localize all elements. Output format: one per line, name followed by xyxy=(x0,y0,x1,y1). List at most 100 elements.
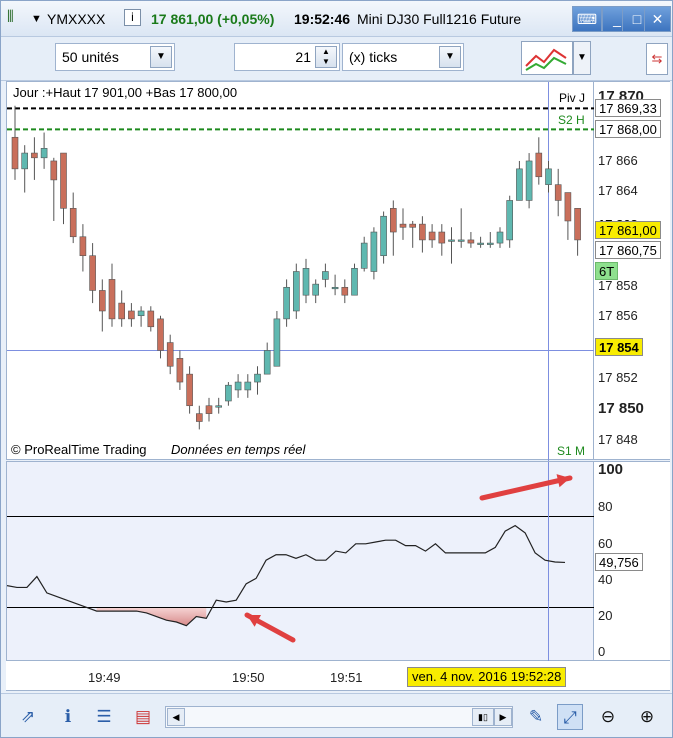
candle-icon[interactable]: ⫴ xyxy=(7,9,14,27)
add-chart-icon[interactable]: ⇗ xyxy=(15,704,41,730)
arrow-shaft xyxy=(479,475,573,501)
candle-body xyxy=(147,310,155,328)
candle-body xyxy=(564,192,572,222)
candle-body xyxy=(79,236,87,257)
candle-body xyxy=(234,381,242,391)
candle-body xyxy=(409,223,417,228)
stepper-arrows-icon[interactable]: ▲ ▼ xyxy=(315,46,337,68)
scroll-left-icon[interactable]: ◀ xyxy=(167,708,185,726)
zoom-out-icon[interactable]: ⊖ xyxy=(595,704,621,730)
oversold-arrow xyxy=(244,612,296,643)
candle-body xyxy=(545,168,552,185)
chart-style-icon xyxy=(525,48,567,71)
s2-line-label: S2 H xyxy=(558,113,585,127)
last-price-tag: 17 861,00 xyxy=(595,221,661,239)
chart-type-button[interactable] xyxy=(521,41,573,75)
candle-body xyxy=(574,208,581,241)
scroll-thumb[interactable]: ▮▯ xyxy=(472,708,494,726)
scroll-right-icon[interactable]: ▶ xyxy=(494,708,512,726)
candle-body xyxy=(50,160,58,181)
bottom-toolbar: ⇗ ℹ ☰ ▤ ◀ ▮▯ ▶ ✎ ⤢ ⊖ ⊕ xyxy=(1,693,672,737)
info-icon[interactable]: i xyxy=(124,9,141,26)
time-axis[interactable]: 19:49 19:50 19:51 ven. 4 nov. 2016 19:52… xyxy=(6,661,670,691)
candle-body xyxy=(196,413,203,422)
time-label: 19:49 xyxy=(88,670,121,685)
candle-body xyxy=(448,239,455,242)
candle-body xyxy=(477,242,484,245)
candle-body xyxy=(380,215,387,257)
autoscale-icon[interactable]: ⤢ xyxy=(557,704,583,730)
symbol-name[interactable]: YMXXXX xyxy=(47,11,105,27)
axis-label: 17 866 xyxy=(598,153,638,168)
candle-body xyxy=(11,136,19,170)
chevron-down-icon[interactable]: ▼ xyxy=(150,46,172,68)
candle-body xyxy=(292,271,300,312)
day-high-low-label: Jour :+Haut 17 901,00 +Bas 17 800,00 xyxy=(13,85,238,100)
candle-body xyxy=(516,168,523,201)
candle-body xyxy=(118,302,125,320)
keyboard-icon[interactable]: ⌨ xyxy=(572,6,602,32)
ticks-stepper[interactable]: 21 ▲ ▼ xyxy=(234,43,340,71)
copyright-text: © ProRealTime Trading xyxy=(11,442,147,457)
candle-body xyxy=(351,268,358,296)
candle-body xyxy=(312,283,320,296)
candle-body xyxy=(157,318,164,351)
candle-body xyxy=(128,310,135,320)
horizontal-scrollbar[interactable]: ◀ ▮▯ ▶ xyxy=(165,706,513,728)
axis-label: 80 xyxy=(598,499,613,514)
indicator-axis[interactable]: 100 80 60 40 20 0 49,756 xyxy=(594,461,670,661)
close-button[interactable]: ✕ xyxy=(644,6,671,32)
indicator-value-tag: 49,756 xyxy=(595,553,643,571)
zoom-in-icon[interactable]: ⊕ xyxy=(634,704,660,730)
candle-body xyxy=(225,384,232,402)
candle-body xyxy=(486,242,494,245)
candle-body xyxy=(370,231,378,272)
axis-label: 40 xyxy=(598,572,613,587)
candle-body xyxy=(283,286,290,320)
list-icon[interactable]: ☰ xyxy=(91,704,117,730)
candle-body xyxy=(40,148,48,159)
cursor-time-tag: ven. 4 nov. 2016 19:52:28 xyxy=(407,667,567,687)
axis-label: 17 848 xyxy=(598,432,638,447)
axis-label: 0 xyxy=(598,644,606,659)
instrument-name: Mini DJ30 Full1216 Future xyxy=(357,11,522,27)
units-select-value: 50 unités xyxy=(62,49,119,65)
ticks-stepper-value: 21 xyxy=(295,49,311,65)
axis-label: 17 850 xyxy=(598,400,644,417)
axis-label: 17 852 xyxy=(598,370,638,385)
expand-panel-icon[interactable]: ⇆ xyxy=(646,43,668,75)
candle-body xyxy=(360,242,368,269)
chart-type-dropdown[interactable]: ▼ xyxy=(573,41,591,75)
title-bar: ⫴ ▼ YMXXXX i 17 861,00 (+0,05%) 19:52:46… xyxy=(1,1,672,37)
candle-body xyxy=(176,358,184,383)
candle-body xyxy=(263,350,271,375)
candle-body xyxy=(215,405,222,408)
axis-label: 17 856 xyxy=(598,308,638,323)
ticks-type-value: (x) ticks xyxy=(349,49,398,65)
candle-body xyxy=(69,208,77,238)
ticks-type-select[interactable]: (x) ticks ▼ xyxy=(342,43,464,71)
ladder-icon[interactable]: ▤ xyxy=(130,704,156,730)
dropdown-arrow-icon[interactable]: ▼ xyxy=(31,13,42,25)
drawing-tools-icon[interactable]: ✎ xyxy=(523,704,549,730)
candle-body xyxy=(535,152,543,178)
time-label: 19:50 xyxy=(232,670,265,685)
chevron-down-icon[interactable]: ▼ xyxy=(439,46,461,68)
price-axis[interactable]: 17 870 17 866 17 864 17 858 17 856 17 85… xyxy=(594,81,670,460)
tick-count-badge: 6T xyxy=(595,262,619,280)
indicator-chart[interactable] xyxy=(6,461,595,662)
candle-body xyxy=(331,286,339,290)
bid-price-tag: 17 860,75 xyxy=(595,241,661,259)
candle-body xyxy=(60,152,67,209)
candle-body xyxy=(137,310,145,317)
indicator-line xyxy=(7,524,566,627)
s2-price-tag: 17 868,00 xyxy=(595,120,661,138)
candle-body xyxy=(341,286,349,296)
candle-body xyxy=(496,231,504,244)
candle-body xyxy=(108,279,116,320)
candle-body xyxy=(99,290,106,312)
price-chart[interactable]: Jour :+Haut 17 901,00 +Bas 17 800,00 Piv… xyxy=(6,81,595,461)
s1-line-label: S1 M xyxy=(557,444,586,458)
units-select[interactable]: 50 unités ▼ xyxy=(55,43,175,71)
indicator-icon[interactable]: ℹ xyxy=(55,704,81,730)
